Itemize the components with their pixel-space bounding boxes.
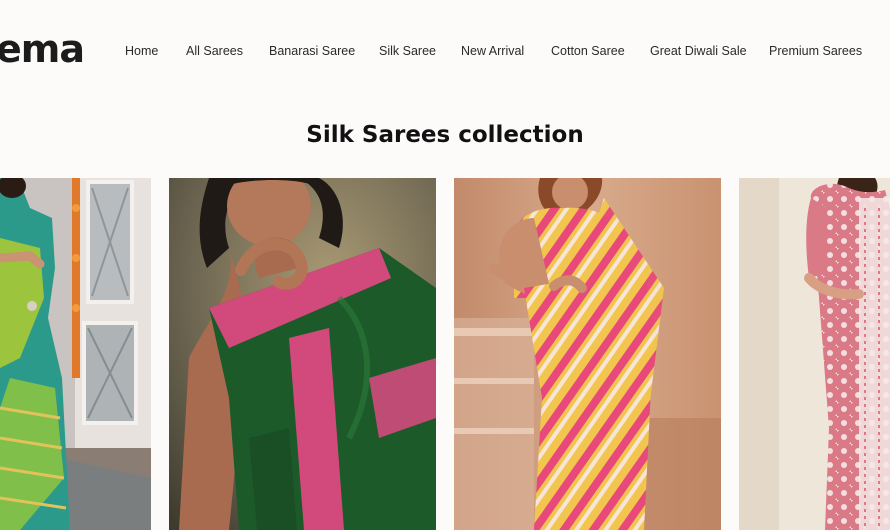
- product-image-pink-embroidered-saree: [739, 178, 890, 530]
- nav-item-home[interactable]: Home: [125, 44, 158, 58]
- product-image-pink-yellow-striped-saree: [454, 178, 721, 530]
- product-card-1[interactable]: [0, 178, 151, 530]
- collection-title: Silk Sarees collection: [306, 122, 584, 148]
- nav-item-great-diwali-sale[interactable]: Great Diwali Sale: [650, 44, 747, 58]
- nav-item-premium-sarees[interactable]: Premium Sarees: [769, 44, 862, 58]
- nav-item-silk-saree[interactable]: Silk Saree: [379, 44, 436, 58]
- nav-item-banarasi-saree[interactable]: Banarasi Saree: [269, 44, 355, 58]
- product-image-green-teal-saree: [0, 178, 151, 530]
- product-image-green-pink-silk-saree: [169, 178, 436, 530]
- nav-item-cotton-saree[interactable]: Cotton Saree: [551, 44, 625, 58]
- product-card-2[interactable]: [169, 178, 436, 530]
- product-card-4[interactable]: [739, 178, 890, 530]
- nav-item-all-sarees[interactable]: All Sarees: [186, 44, 243, 58]
- main-navigation: Home All Sarees Banarasi Saree Silk Sare…: [0, 44, 890, 60]
- product-card-3[interactable]: [454, 178, 721, 530]
- site-header: ema Home All Sarees Banarasi Saree Silk …: [0, 0, 890, 100]
- nav-item-new-arrival[interactable]: New Arrival: [461, 44, 524, 58]
